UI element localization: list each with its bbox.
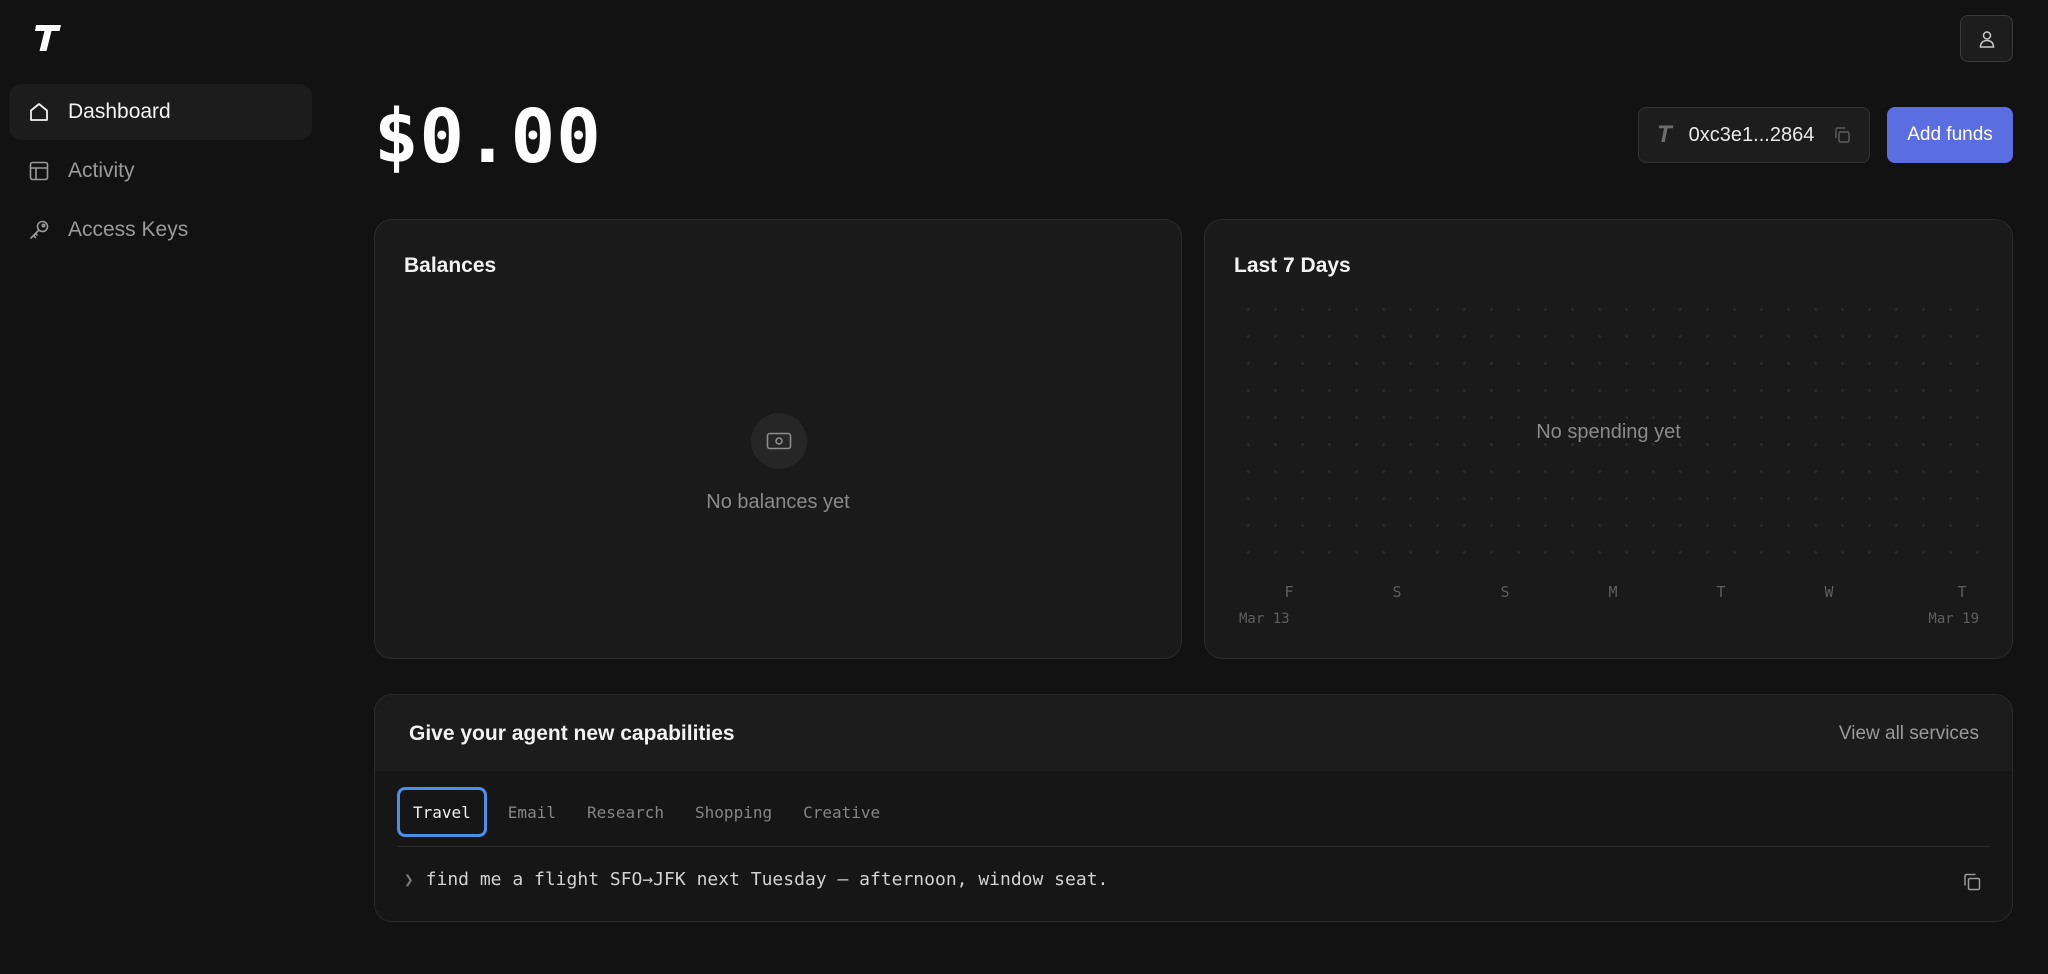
- day-label: T: [1716, 583, 1726, 601]
- add-funds-button[interactable]: Add funds: [1887, 107, 2013, 163]
- wallet-mark-icon: T: [1657, 121, 1672, 148]
- table-icon: [27, 159, 51, 183]
- sidebar-item-label: Activity: [68, 159, 135, 182]
- balances-empty-text: No balances yet: [706, 491, 850, 513]
- sidebar-item-access-keys[interactable]: Access Keys: [9, 202, 312, 258]
- prompt-caret-icon: ❯: [404, 870, 414, 889]
- total-balance: $0.00: [374, 94, 602, 180]
- logo-icon[interactable]: [33, 22, 63, 54]
- cash-icon: [751, 413, 807, 469]
- day-label: S: [1500, 583, 1510, 601]
- wallet-address-chip[interactable]: T 0xc3e1...2864: [1638, 107, 1870, 163]
- day-label: M: [1608, 583, 1618, 601]
- day-labels: F S S M T W T: [1235, 583, 1985, 603]
- sidebar-item-activity[interactable]: Activity: [9, 143, 312, 199]
- balances-card: Balances No balances yet: [374, 219, 1182, 659]
- tab-email[interactable]: Email: [498, 787, 566, 837]
- key-icon: [27, 218, 51, 242]
- example-prompt-text: find me a flight SFO→JFK next Tuesday — …: [425, 869, 1109, 890]
- user-icon: [1979, 30, 1994, 48]
- tab-travel[interactable]: Travel: [397, 787, 487, 837]
- wallet-address: 0xc3e1...2864: [1688, 123, 1815, 146]
- sidebar-item-label: Access Keys: [68, 218, 189, 241]
- home-icon: [27, 100, 51, 124]
- copy-icon[interactable]: [1833, 126, 1851, 144]
- profile-button[interactable]: [1960, 15, 2013, 62]
- balances-title: Balances: [404, 254, 497, 277]
- tab-divider: [397, 846, 1990, 847]
- start-date-label: Mar 13: [1239, 611, 1290, 627]
- end-date-label: Mar 19: [1928, 611, 1979, 627]
- tab-shopping[interactable]: Shopping: [685, 787, 782, 837]
- day-label: W: [1824, 583, 1834, 601]
- day-label: T: [1957, 583, 1967, 601]
- capabilities-title: Give your agent new capabilities: [409, 722, 735, 745]
- tab-creative[interactable]: Creative: [793, 787, 890, 837]
- last-7-days-card: Last 7 Days No spending yet F S S M T W …: [1204, 219, 2013, 659]
- example-prompt: ❯ find me a flight SFO→JFK next Tuesday …: [404, 869, 1108, 890]
- sidebar-item-label: Dashboard: [68, 100, 171, 123]
- capabilities-header: Give your agent new capabilities View al…: [375, 695, 2012, 771]
- sidebar-item-dashboard[interactable]: Dashboard: [9, 84, 312, 140]
- day-label: F: [1284, 583, 1294, 601]
- app-root: Dashboard Activity Access Keys $0.00 T 0…: [0, 0, 2048, 974]
- spending-empty-text: No spending yet: [1536, 421, 1681, 443]
- last-7-days-title: Last 7 Days: [1234, 254, 1351, 277]
- view-all-services-link[interactable]: View all services: [1839, 723, 1979, 745]
- capability-tabs: Travel Email Research Shopping Creative: [397, 787, 901, 837]
- capabilities-card: Give your agent new capabilities View al…: [374, 694, 2013, 922]
- tab-research[interactable]: Research: [577, 787, 674, 837]
- copy-prompt-icon[interactable]: [1962, 872, 1982, 892]
- day-label: S: [1392, 583, 1402, 601]
- capabilities-body: Travel Email Research Shopping Creative …: [375, 771, 2012, 921]
- sidebar-nav: Dashboard Activity Access Keys: [9, 84, 312, 261]
